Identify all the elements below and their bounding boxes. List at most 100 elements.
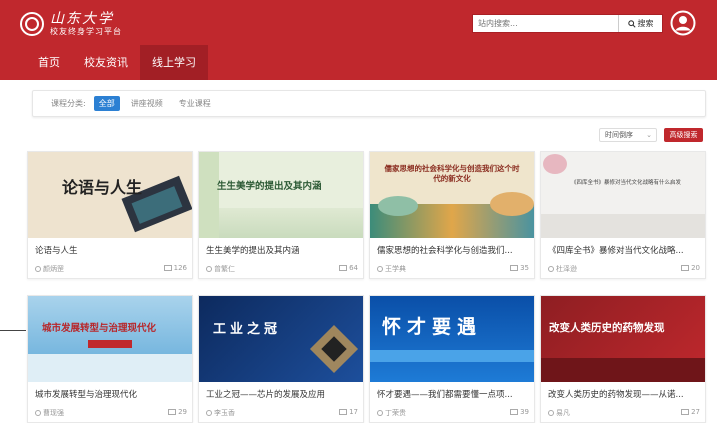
course-author: 曾繁仁 [214,265,235,273]
view-count-value: 20 [691,264,700,272]
sort-order-value: 时间倒序 [605,131,633,139]
course-author: 颜炳罡 [43,265,64,273]
view-count-value: 27 [691,408,700,416]
course-card[interactable]: 工业之冠 工业之冠——芯片的发展及应用 李玉香 17 [198,295,364,423]
nav-item-online-learning[interactable]: 线上学习 [140,45,208,80]
user-avatar-icon[interactable] [670,10,696,36]
divider-line [0,330,26,331]
filter-chip-all[interactable]: 全部 [93,96,120,111]
view-count: 35 [510,264,529,272]
course-meta: 李玉香 17 [206,408,358,418]
course-author: 杜泽逊 [556,265,577,273]
logo-sub-text: 校友终身学习平台 [50,26,122,36]
search-button[interactable]: 搜索 [618,15,662,32]
author-icon [377,266,383,272]
course-card[interactable]: 怀才要遇 怀才要遇——我们都需要懂一点项... 丁荣贵 39 [369,295,535,423]
cover-title: 工业之冠 [213,322,282,337]
cover-title: 《四库全书》暴修对当代文化战略有什么启发 [571,180,682,186]
course-author: 王学典 [385,265,406,273]
author-icon [548,410,554,416]
nav-item-home[interactable]: 首页 [26,45,72,80]
views-icon [681,409,690,415]
course-meta: 易凡 27 [548,408,700,418]
filter-chip-lecture-videos[interactable]: 讲座视频 [126,96,168,111]
view-count: 39 [510,408,529,416]
course-meta: 杜泽逊 20 [548,264,700,274]
view-count-value: 39 [520,408,529,416]
view-count-value: 64 [349,264,358,272]
course-meta: 王学典 35 [377,264,529,274]
views-icon [510,265,519,271]
filter-chip-professional-courses[interactable]: 专业课程 [174,96,216,111]
course-meta: 曹现强 29 [35,408,187,418]
views-icon [339,265,348,271]
author-icon [206,266,212,272]
course-card[interactable]: 改变人类历史的药物发现 改变人类历史的药物发现——从诺... 易凡 27 [540,295,706,423]
author-icon [35,266,41,272]
course-title[interactable]: 儒家思想的社会科学化与创造我们... [377,244,529,256]
views-icon [163,265,172,271]
course-title[interactable]: 工业之冠——芯片的发展及应用 [206,388,358,400]
view-count-value: 29 [178,408,187,416]
view-count: 17 [339,408,358,416]
course-cover: 怀才要遇 [370,296,534,382]
cover-title: 儒家思想的社会科学化与创造我们这个时代的新文化 [384,164,520,183]
course-card[interactable]: 城市发展转型与治理现代化 城市发展转型与治理现代化 曹现强 29 [27,295,193,423]
sort-order-select[interactable]: 时间倒序 ⌄ [599,128,657,142]
course-title[interactable]: 论语与人生 [35,244,187,256]
course-meta: 丁荣贵 39 [377,408,529,418]
course-cover: 工业之冠 [199,296,363,382]
views-icon [339,409,348,415]
course-title[interactable]: 《四库全书》暴修对当代文化战略... [548,244,700,256]
chevron-down-icon: ⌄ [646,131,652,139]
course-title[interactable]: 改变人类历史的药物发现——从诺... [548,388,700,400]
course-cover: 儒家思想的社会科学化与创造我们这个时代的新文化 [370,152,534,238]
views-icon [681,265,690,271]
university-seal-icon [20,12,44,36]
site-logo[interactable]: 山东大学 校友终身学习平台 [20,9,140,39]
course-meta: 曾繁仁 64 [206,264,358,274]
view-count-value: 126 [173,264,187,272]
advanced-search-button[interactable]: 高级搜索 [664,128,703,142]
course-meta: 颜炳罡 126 [35,264,187,274]
nav-item-alumni-news[interactable]: 校友资讯 [72,45,140,80]
cover-title: 怀才要遇 [382,316,483,338]
filter-label: 课程分类: [51,99,86,108]
site-search: 搜索 [472,14,663,33]
course-cover: 生生美学的提出及其内涵 [199,152,363,238]
views-icon [168,409,177,415]
author-icon [206,410,212,416]
course-title[interactable]: 城市发展转型与治理现代化 [35,388,187,400]
course-category-filter: 课程分类: 全部 讲座视频 专业课程 [32,90,706,117]
search-icon [627,19,636,28]
main-nav: 首页 校友资讯 线上学习 [26,45,208,80]
course-cover: 改变人类历史的药物发现 [541,296,705,382]
cover-title: 生生美学的提出及其内涵 [217,181,322,192]
view-count: 29 [168,408,187,416]
author-icon [548,266,554,272]
view-count: 64 [339,264,358,272]
course-cover: 城市发展转型与治理现代化 [28,296,192,382]
logo-text: 山东大学 校友终身学习平台 [50,10,122,37]
cover-title: 论语与人生 [62,178,143,197]
logo-main-text: 山东大学 [50,10,114,27]
course-title[interactable]: 怀才要遇——我们都需要懂一点项... [377,388,529,400]
course-title[interactable]: 生生美学的提出及其内涵 [206,244,358,256]
author-icon [377,410,383,416]
cover-title: 改变人类历史的药物发现 [549,322,665,334]
view-count-value: 35 [520,264,529,272]
course-card[interactable]: 生生美学的提出及其内涵 生生美学的提出及其内涵 曾繁仁 64 [198,151,364,279]
author-icon [35,410,41,416]
view-count: 126 [163,264,187,272]
view-count-value: 17 [349,408,358,416]
course-card[interactable]: 《四库全书》暴修对当代文化战略有什么启发 《四库全书》暴修对当代文化战略... … [540,151,706,279]
view-count: 20 [681,264,700,272]
course-cover: 论语与人生 [28,152,192,238]
search-input[interactable] [473,15,618,32]
cover-title: 城市发展转型与治理现代化 [42,323,157,334]
course-card[interactable]: 儒家思想的社会科学化与创造我们这个时代的新文化 儒家思想的社会科学化与创造我们.… [369,151,535,279]
course-cover: 《四库全书》暴修对当代文化战略有什么启发 [541,152,705,238]
course-card[interactable]: 论语与人生 论语与人生 颜炳罡 126 [27,151,193,279]
views-icon [510,409,519,415]
view-count: 27 [681,408,700,416]
